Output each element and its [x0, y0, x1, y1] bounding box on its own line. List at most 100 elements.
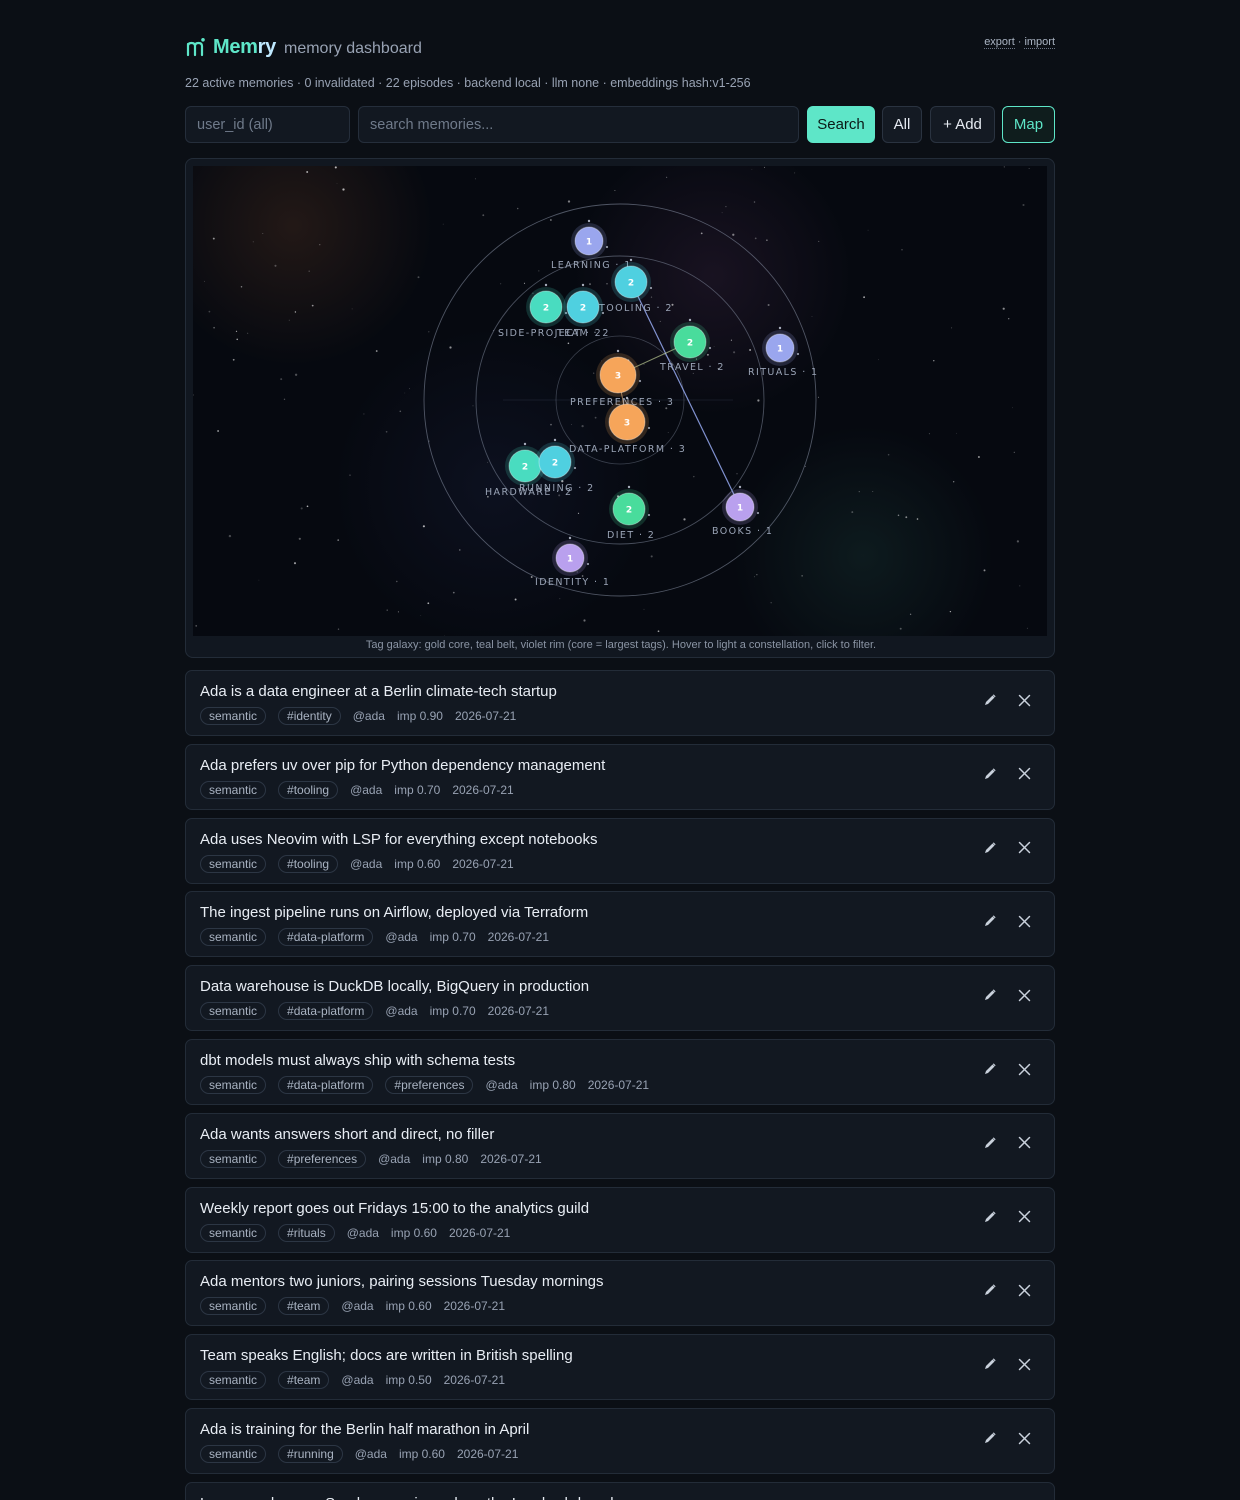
star [500, 283, 502, 285]
add-button[interactable]: + Add [930, 106, 995, 143]
all-button[interactable]: All [882, 106, 922, 143]
edit-memory-button[interactable] [979, 1206, 1001, 1228]
star [208, 310, 211, 313]
memory-tag-chip[interactable]: #preferences [278, 1149, 367, 1168]
memory-tag-chip[interactable]: #team [278, 1297, 330, 1316]
memory-card[interactable]: Ada wants answers short and direct, no f… [185, 1112, 1055, 1179]
star [933, 360, 935, 362]
edit-memory-button[interactable] [979, 689, 1001, 711]
star [1012, 407, 1013, 409]
star [751, 169, 753, 170]
star [650, 296, 653, 298]
search-input[interactable] [358, 106, 799, 143]
export-link[interactable]: export [984, 36, 1015, 49]
memory-importance: imp 0.80 [529, 1078, 576, 1092]
star [593, 372, 595, 374]
memory-card[interactable]: Ada uses Neovim with LSP for everything … [185, 817, 1055, 884]
stats-line: 22 active memories · 0 invalidated · 22 … [185, 76, 751, 90]
delete-memory-button[interactable] [1013, 689, 1035, 711]
memory-card[interactable]: Ada is a data engineer at a Berlin clima… [185, 670, 1055, 736]
delete-memory-button[interactable] [1013, 1058, 1035, 1080]
memory-date: 2026-07-21 [456, 1447, 519, 1461]
memory-card[interactable]: Ada prefers uv over pip for Python depen… [185, 743, 1055, 810]
memory-card[interactable]: Data warehouse is DuckDB locally, BigQue… [185, 965, 1055, 1032]
edit-memory-button[interactable] [979, 910, 1001, 932]
memory-card[interactable]: dbt models must always ship with schema … [185, 1039, 1055, 1105]
delete-memory-button[interactable] [1013, 837, 1035, 859]
memory-text: Ada uses Neovim with LSP for everything … [200, 830, 598, 848]
memory-card[interactable]: Team speaks English; docs are written in… [185, 1334, 1055, 1401]
edit-memory-button[interactable] [979, 984, 1001, 1006]
memory-tag-chip[interactable]: #data-platform [278, 1076, 374, 1094]
node-satellite [756, 511, 760, 515]
tag-node-label: BOOKS · 1 [712, 526, 773, 537]
star [523, 282, 526, 284]
memory-text: Ada wants answers short and direct, no f… [200, 1125, 495, 1143]
delete-memory-button[interactable] [1013, 1132, 1035, 1154]
pencil-icon [985, 1063, 996, 1074]
pencil-icon [985, 989, 996, 1001]
memory-tag-chip[interactable]: #rituals [278, 1223, 335, 1242]
star [721, 212, 723, 214]
memory-tag-chip[interactable]: #running [278, 1445, 343, 1463]
import-link[interactable]: import [1024, 36, 1055, 49]
star [482, 214, 485, 217]
memory-card[interactable]: Ada mentors two juniors, pairing session… [185, 1260, 1055, 1327]
delete-memory-button[interactable] [1013, 1427, 1035, 1449]
memory-card[interactable]: Long runs happen Sunday mornings along t… [185, 1481, 1055, 1500]
memory-tag-chip[interactable]: #identity [278, 707, 341, 725]
memory-card[interactable]: The ingest pipeline runs on Airflow, dep… [185, 891, 1055, 958]
memory-tag-chip[interactable]: #preferences [385, 1076, 474, 1094]
memory-card[interactable]: Weekly report goes out Fridays 15:00 to … [185, 1186, 1055, 1253]
memory-card[interactable]: Ada is training for the Berlin half mara… [185, 1408, 1055, 1474]
edit-memory-button[interactable] [979, 763, 1001, 785]
delete-memory-button[interactable] [1013, 910, 1035, 932]
delete-memory-button[interactable] [1013, 763, 1035, 785]
delete-memory-button[interactable] [1013, 1353, 1035, 1375]
star [754, 237, 757, 240]
star [581, 424, 584, 428]
close-icon [1018, 989, 1030, 1001]
edit-memory-button[interactable] [979, 1279, 1001, 1301]
pencil-icon [985, 1210, 996, 1222]
memory-tag-chip[interactable]: #data-platform [278, 1002, 374, 1021]
map-button[interactable]: Map [1002, 106, 1055, 143]
tag-node-count: 2 [522, 463, 528, 473]
star [337, 539, 340, 541]
close-icon [1018, 694, 1030, 706]
delete-memory-button[interactable] [1013, 1279, 1035, 1301]
memory-tag-chip[interactable]: #data-platform [278, 928, 374, 947]
star [449, 346, 452, 349]
edit-memory-button[interactable] [979, 1058, 1001, 1080]
memory-text: Ada prefers uv over pip for Python depen… [200, 756, 606, 774]
tag-node-count: 2 [580, 304, 586, 314]
memory-meta: semantic #data-platform @ada imp 0.70 2026-0… [200, 1001, 561, 1021]
delete-memory-button[interactable] [1013, 1206, 1035, 1228]
memory-meta: semantic #team @ada imp 0.60 2026-07-21 [200, 1296, 517, 1316]
memory-tag-chip[interactable]: #tooling [278, 854, 339, 873]
memory-user: @ada [485, 1078, 518, 1092]
edit-memory-button[interactable] [979, 1132, 1001, 1154]
star [550, 219, 552, 221]
star [308, 270, 310, 272]
star [916, 518, 919, 520]
tag-galaxy-canvas[interactable]: 1 LEARNING · 1 2 TOOLING · 2 2 SIDE-PROJECT ·… [193, 166, 1047, 636]
node-satellite [647, 426, 651, 430]
star [442, 223, 444, 225]
star [594, 416, 597, 419]
star [732, 233, 735, 236]
memory-tag-chip[interactable]: #tooling [278, 780, 339, 799]
star [956, 432, 957, 434]
memory-text: Data warehouse is DuckDB locally, BigQue… [200, 978, 590, 996]
memory-date: 2026-07-21 [454, 709, 517, 723]
memory-date: 2026-07-21 [587, 1078, 650, 1092]
star [606, 283, 608, 285]
node-satellite [625, 396, 629, 400]
user-id-input[interactable] [185, 106, 350, 143]
delete-memory-button[interactable] [1013, 984, 1035, 1006]
search-button[interactable]: Search [807, 106, 875, 143]
edit-memory-button[interactable] [979, 837, 1001, 859]
edit-memory-button[interactable] [979, 1427, 1001, 1449]
memory-tag-chip[interactable]: #team [278, 1371, 330, 1390]
edit-memory-button[interactable] [979, 1353, 1001, 1375]
